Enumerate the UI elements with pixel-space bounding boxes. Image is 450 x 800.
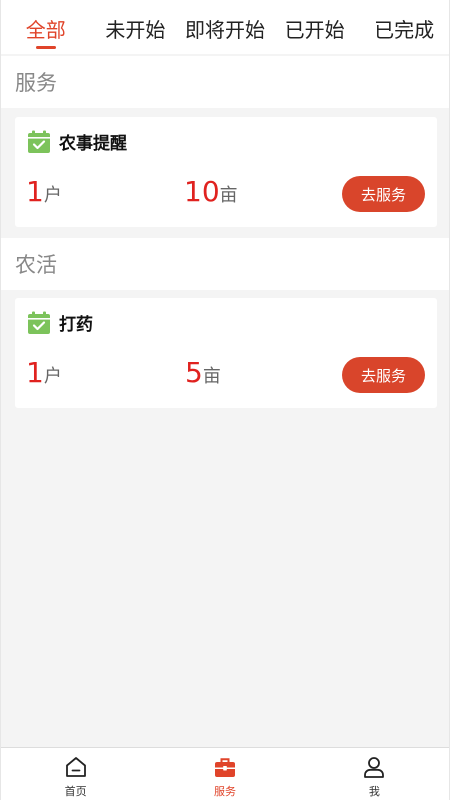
calendar-check-icon	[28, 130, 50, 153]
households-stat: 1 户	[26, 175, 62, 208]
area-value: 10	[184, 175, 220, 208]
tab-all[interactable]: 全部	[1, 0, 91, 54]
nav-item-me[interactable]: 我	[300, 748, 449, 800]
nav-label-me: 我	[368, 785, 380, 798]
card-header: 打药	[27, 310, 93, 335]
user-icon	[364, 757, 385, 778]
area-stat: 10 亩	[184, 175, 238, 208]
nav-label-service: 服务	[213, 785, 236, 798]
area-stat: 5 亩	[185, 356, 221, 389]
go-service-button[interactable]: 去服务	[342, 176, 425, 212]
tab-started[interactable]: 已开始	[270, 0, 360, 54]
card-title: 打药	[59, 315, 93, 335]
toolbox-icon	[214, 758, 235, 777]
status-tab-bar: 全部 未开始 即将开始 已开始 已完成	[1, 0, 449, 54]
task-card: 打药 1 户 5 亩 去服务	[15, 298, 437, 408]
area-unit: 亩	[202, 366, 221, 387]
go-service-button[interactable]: 去服务	[342, 357, 425, 393]
bottom-nav: 首页 服务 我	[1, 747, 449, 800]
calendar-check-icon	[28, 311, 50, 334]
home-icon	[65, 757, 86, 777]
task-card: 农事提醒 1 户 10 亩 去服务	[15, 117, 437, 227]
nav-label-home: 首页	[64, 785, 87, 798]
tab-upcoming[interactable]: 即将开始	[180, 0, 270, 54]
card-title: 农事提醒	[59, 134, 127, 154]
tab-completed[interactable]: 已完成	[359, 0, 449, 54]
card-header: 农事提醒	[27, 129, 127, 154]
households-unit: 户	[43, 185, 62, 206]
section-title-service: 服务	[1, 56, 449, 108]
nav-item-service[interactable]: 服务	[150, 748, 299, 800]
area-value: 5	[185, 356, 203, 389]
households-value: 1	[26, 175, 44, 208]
area-unit: 亩	[219, 185, 238, 206]
tab-not-started[interactable]: 未开始	[91, 0, 181, 54]
section-title-farm-work: 农活	[1, 238, 449, 290]
households-unit: 户	[43, 366, 62, 387]
nav-item-home[interactable]: 首页	[1, 748, 150, 800]
households-stat: 1 户	[26, 356, 62, 389]
households-value: 1	[26, 356, 44, 389]
